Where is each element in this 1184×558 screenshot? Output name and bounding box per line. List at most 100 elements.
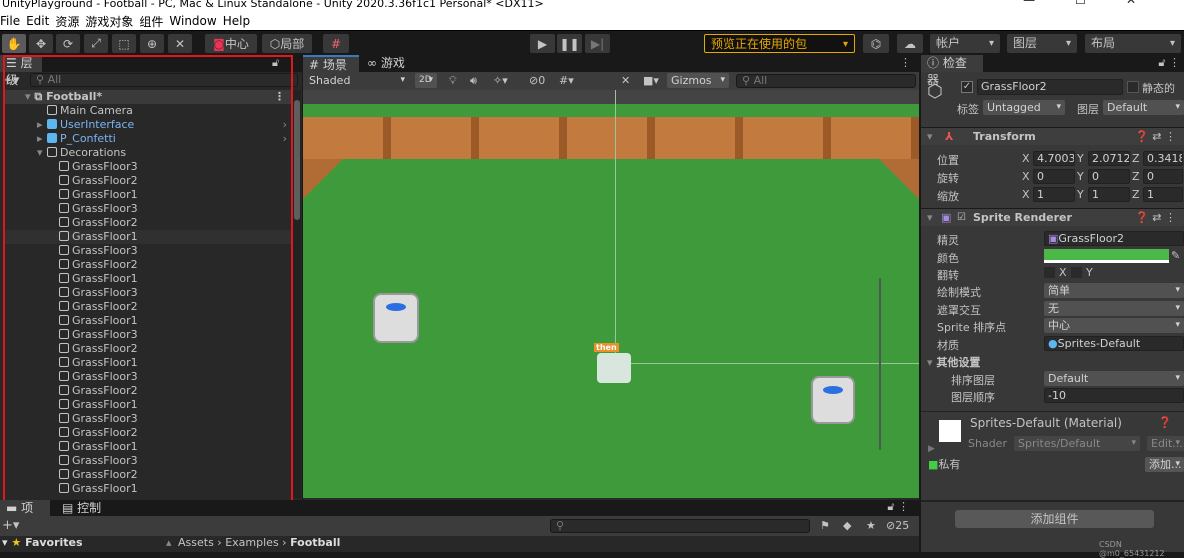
hierarchy-item[interactable]: GrassFloor3 [3,286,291,300]
camera-icon[interactable]: ■▾ [643,74,659,87]
filter-type-icon[interactable]: ⚑ [820,519,830,532]
menu-gameobject[interactable]: 游戏对象 [85,13,133,30]
ball-object[interactable] [597,353,631,383]
tab-scene[interactable]: # 场景 [303,55,359,72]
2d-toggle[interactable]: 2D [415,73,437,88]
hierarchy-item[interactable]: GrassFloor2 [3,258,291,272]
hierarchy-item[interactable]: GrassFloor2 [3,174,291,188]
hierarchy-item[interactable]: GrassFloor2 [3,468,291,482]
enabled-checkbox[interactable]: ☑ [957,209,966,227]
tab-hierarchy[interactable]: ☰ 层级 [0,55,42,87]
color-swatch[interactable] [1044,249,1169,263]
static-checkbox[interactable] [1127,81,1139,93]
transform-header[interactable]: ▾ ⅄ Transform ❓ ⇄ ⋮ [921,127,1184,145]
breadcrumb-football[interactable]: Football [290,536,340,549]
scale-tool-icon[interactable]: ⤢ [84,34,108,53]
shader-dropdown[interactable]: Sprites/Default [1014,436,1140,451]
hierarchy-item[interactable]: GrassFloor1 [3,440,291,454]
add-icon[interactable]: +▾ [2,518,19,533]
rotation-y-input[interactable]: 0 [1088,169,1130,184]
hierarchy-scrollbar[interactable] [293,90,301,498]
grid-snap-icon[interactable]: # [323,34,349,53]
hierarchy-item[interactable]: GrassFloor3 [3,370,291,384]
project-search-input[interactable]: ⚲ [550,519,810,533]
audio-icon[interactable]: 🔊︎ [470,74,477,88]
hierarchy-item[interactable]: GrassFloor1 [3,188,291,202]
add-component-button[interactable]: 添加组件 [955,510,1154,528]
tab-game[interactable]: ∞ 游戏 [361,55,411,72]
hierarchy-item[interactable]: Main Camera [3,104,291,118]
account-dropdown[interactable]: 帐户 [930,34,1000,53]
menu-component[interactable]: 组件 [139,13,163,30]
hierarchy-item[interactable]: GrassFloor3 [3,160,291,174]
chevron-right-icon[interactable]: › [283,118,287,132]
tab-inspector[interactable]: ⓘ 检查器 [921,55,983,87]
scroll-up-icon[interactable]: ▴ [166,536,172,549]
material-field[interactable]: ●Sprites-Default [1044,336,1184,351]
breadcrumb-examples[interactable]: Examples [225,536,278,549]
hierarchy-item[interactable]: GrassFloor1 [3,356,291,370]
private-toggle[interactable]: ■私有 [928,456,960,472]
help-icon[interactable]: ❓ [1158,416,1172,429]
scale-y-input[interactable]: 1 [1088,187,1130,202]
menu-assets[interactable]: 资源 [55,13,79,30]
move-tool-icon[interactable]: ✥ [29,34,53,53]
draw-mode-dropdown[interactable]: 简单 [1044,283,1184,298]
mask-dropdown[interactable]: 无 [1044,301,1184,316]
add-icon[interactable]: +▾ [2,73,19,88]
rotate-tool-icon[interactable]: ⟳ [56,34,80,53]
more-icon[interactable]: ⋮ [274,90,285,104]
play-button[interactable]: ▶ [530,34,555,53]
expand-arrow-icon[interactable]: ▸ [37,118,43,132]
custom-tool-icon[interactable]: ✕ [168,34,192,53]
sprite-field[interactable]: ▣GrassFloor2 [1044,231,1184,246]
scene-viewport[interactable]: then [303,90,919,498]
step-button[interactable]: ▶| [585,34,610,53]
hierarchy-item[interactable]: GrassFloor3 [3,244,291,258]
breadcrumb-assets[interactable]: Assets [178,536,214,549]
layers-dropdown[interactable]: 图层 [1007,34,1077,53]
hierarchy-item[interactable]: GrassFloor2 [3,384,291,398]
position-y-input[interactable]: 2.07122 [1088,151,1130,166]
rotation-z-input[interactable]: 0 [1143,169,1183,184]
menu-file[interactable]: File [0,14,20,28]
flip-x-checkbox[interactable] [1044,267,1055,278]
maximize-button[interactable]: ☐ [1075,0,1126,7]
collapse-arrow-icon[interactable]: ▾ [37,146,43,160]
pivot-toggle[interactable]: ◙ 中心 [205,34,257,53]
position-x-input[interactable]: 4.70037 [1033,151,1075,166]
gizmos-dropdown[interactable]: Gizmos [667,73,729,88]
hierarchy-item[interactable]: GrassFloor1 [3,482,291,496]
expand-arrow-icon[interactable]: ▶ [928,444,935,454]
flip-y-checkbox[interactable] [1071,267,1082,278]
scene-root[interactable]: ▾ ⧉ Football* ⋮ [3,90,291,104]
transform-tool-icon[interactable]: ⊕ [140,34,164,53]
minimize-button[interactable]: — [1023,0,1075,7]
shading-dropdown[interactable]: Shaded [305,73,409,88]
favorites-foldout[interactable]: ▾ ★ Favorites [2,536,83,549]
hierarchy-item[interactable]: GrassFloor1 [3,230,291,244]
hierarchy-item[interactable]: ▸ P_Confetti › [3,132,291,146]
preview-packages-dropdown[interactable]: 预览正在使用的包 [704,34,855,54]
window-controls[interactable]: —☐✕ [1023,0,1176,7]
hierarchy-item[interactable]: GrassFloor2 [3,426,291,440]
tools-icon[interactable]: ✕ [621,74,630,87]
lock-icon[interactable]: 🔓︎ ⋮ [887,500,909,514]
chevron-right-icon[interactable]: › [283,132,287,146]
sprite-renderer-header[interactable]: ▾ ▣ ☑ Sprite Renderer ❓ ⇄ ⋮ [921,208,1184,226]
cloud-icon[interactable]: ☁ [897,34,923,53]
grid-icon[interactable]: #▾ [559,74,574,87]
menu-window[interactable]: Window [169,14,216,28]
eyedropper-icon[interactable]: ✎ [1171,249,1180,262]
add-button[interactable]: 添加... [1145,457,1184,472]
tab-project[interactable]: ▬ 项目 [0,500,50,532]
order-input[interactable]: -10 [1044,388,1184,403]
lock-icon[interactable]: 🔓︎ ⋮ [1158,56,1180,70]
menu-edit[interactable]: Edit [26,14,49,28]
position-z-input[interactable]: 0.34187 [1143,151,1183,166]
close-button[interactable]: ✕ [1126,0,1176,7]
robot-player-2[interactable] [811,376,855,424]
sorting-layer-dropdown[interactable]: Default [1044,371,1184,386]
hierarchy-search-input[interactable]: ⚲ All [30,73,298,87]
lighting-icon[interactable]: 💡︎ [449,74,457,88]
